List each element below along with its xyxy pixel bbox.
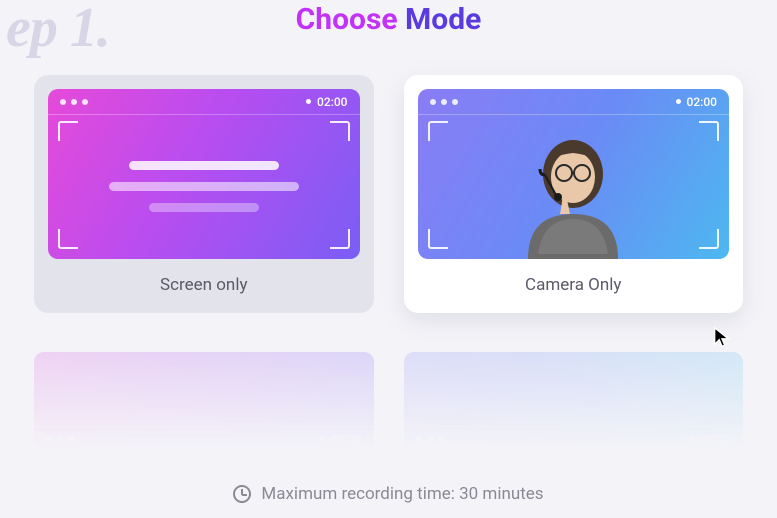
mode-card-screen[interactable]: 02:00 Screen only	[34, 75, 374, 313]
frame-corner-icon	[58, 229, 78, 249]
recording-timer: 02:00	[676, 95, 717, 109]
recording-timer: 02:00	[306, 95, 347, 109]
frame-corner-icon	[428, 229, 448, 249]
card-label-screen: Screen only	[48, 275, 360, 295]
content-lines	[48, 161, 360, 212]
camera-preview: 02:00	[418, 89, 730, 259]
frame-corner-icon	[699, 229, 719, 249]
frame-corner-icon	[699, 121, 719, 141]
title-choose: Choose	[296, 2, 398, 37]
cursor-icon	[711, 326, 733, 348]
window-dots	[60, 99, 88, 105]
card-reflections: 02:00 02:00	[0, 352, 777, 452]
title-mode: Mode	[405, 2, 481, 37]
mode-cards: 02:00 Screen only 02:00	[0, 75, 777, 313]
window-dots	[430, 99, 458, 105]
window-bar: 02:00	[48, 89, 360, 115]
frame-corner-icon	[330, 229, 350, 249]
page-title: Choose Mode	[0, 0, 777, 37]
mode-card-camera[interactable]: 02:00 Camera Only	[404, 75, 744, 313]
frame-corner-icon	[428, 121, 448, 141]
footer-note: Maximum recording time: 30 minutes	[0, 484, 777, 504]
footer-text: Maximum recording time: 30 minutes	[261, 484, 543, 504]
window-bar: 02:00	[418, 89, 730, 115]
person-avatar	[488, 119, 658, 259]
clock-icon	[233, 485, 251, 503]
card-label-camera: Camera Only	[418, 275, 730, 295]
step-indicator-bg: ep 1.	[6, 0, 110, 60]
frame-corner-icon	[330, 121, 350, 141]
screen-preview: 02:00	[48, 89, 360, 259]
frame-corner-icon	[58, 121, 78, 141]
